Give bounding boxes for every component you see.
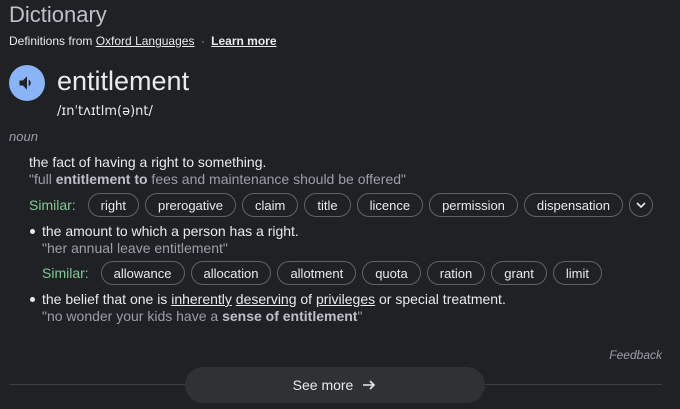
dictionary-title: Dictionary xyxy=(9,2,107,27)
oxford-languages-link[interactable]: Oxford Languages xyxy=(96,34,195,48)
synonym-chip[interactable]: dispensation xyxy=(523,193,623,217)
synonym-chip[interactable]: permission xyxy=(429,193,518,217)
synonym-chip[interactable]: right xyxy=(87,193,139,217)
source-prefix: Definitions from xyxy=(9,34,93,48)
sense-3: the belief that one is inherently deserv… xyxy=(42,291,506,324)
example-post: " xyxy=(357,308,363,324)
definition-text: the belief that one is inherently deserv… xyxy=(42,291,506,307)
example-text: "full entitlement to fees and maintenanc… xyxy=(29,171,406,187)
synonym-chip[interactable]: allotment xyxy=(277,261,357,285)
speaker-icon xyxy=(19,76,31,90)
synonym-chip[interactable]: limit xyxy=(552,261,603,285)
definition-part: of xyxy=(296,291,316,307)
chevron-down-icon xyxy=(636,202,646,209)
example-text: "her annual leave entitlement" xyxy=(42,240,228,256)
synonym-chip[interactable]: grant xyxy=(491,261,547,285)
synonym-chip[interactable]: allocation xyxy=(190,261,272,285)
synonym-chip[interactable]: ration xyxy=(426,261,486,285)
synonym-chip[interactable]: prerogative xyxy=(144,193,237,217)
synonym-chip[interactable]: allowance xyxy=(100,261,185,285)
word-link-privileges[interactable]: privileges xyxy=(316,291,375,307)
synonym-chip[interactable]: claim xyxy=(242,193,299,217)
definition-text: the amount to which a person has a right… xyxy=(42,223,299,239)
similar-label: Similar: xyxy=(29,197,76,213)
bullet-point xyxy=(30,229,35,234)
part-of-speech: noun xyxy=(9,129,38,144)
synonym-chip[interactable]: quota xyxy=(362,261,421,285)
phonetic-spelling: /ɪnˈtʌɪtlm(ə)nt/ xyxy=(57,104,153,119)
source-line: Definitions from Oxford Languages · Lear… xyxy=(9,34,277,48)
definition-part: the belief that one is xyxy=(42,291,172,307)
example-pre: "no wonder your kids have a xyxy=(42,308,223,324)
word-link-deserving[interactable]: deserving xyxy=(236,291,297,307)
definition-text: the fact of having a right to something. xyxy=(29,154,267,170)
example-bold: entitlement to xyxy=(55,171,148,187)
synonym-chip[interactable]: title xyxy=(304,193,351,217)
sense-1: the fact of having a right to something.… xyxy=(29,154,406,187)
see-more-label: See more xyxy=(292,377,354,393)
example-bold: sense of entitlement xyxy=(222,308,358,324)
see-more-button[interactable]: See more xyxy=(185,367,485,403)
similar-row-1: Similar: right prerogative claim title l… xyxy=(29,193,653,217)
arrow-right-icon xyxy=(363,380,376,390)
example-text: "no wonder your kids have a sense of ent… xyxy=(42,308,506,324)
synonym-chip[interactable]: licence xyxy=(356,193,424,217)
learn-more-link[interactable]: Learn more xyxy=(211,34,276,48)
similar-label: Similar: xyxy=(42,265,89,281)
pronunciation-audio-button[interactable] xyxy=(9,65,45,101)
word-link-inherently[interactable]: inherently xyxy=(171,291,232,307)
similar-row-2: Similar: allowance allocation allotment … xyxy=(42,261,603,285)
sense-2: the amount to which a person has a right… xyxy=(42,223,299,256)
bullet-point xyxy=(30,297,35,302)
expand-synonyms-button[interactable] xyxy=(628,193,653,217)
headword: entitlement xyxy=(57,66,190,96)
example-post: fees and maintenance should be offered" xyxy=(147,171,406,187)
feedback-link[interactable]: Feedback xyxy=(609,348,662,362)
example-pre: "full xyxy=(29,171,56,187)
separator: · xyxy=(200,34,205,48)
definition-part: or special treatment. xyxy=(375,291,506,307)
